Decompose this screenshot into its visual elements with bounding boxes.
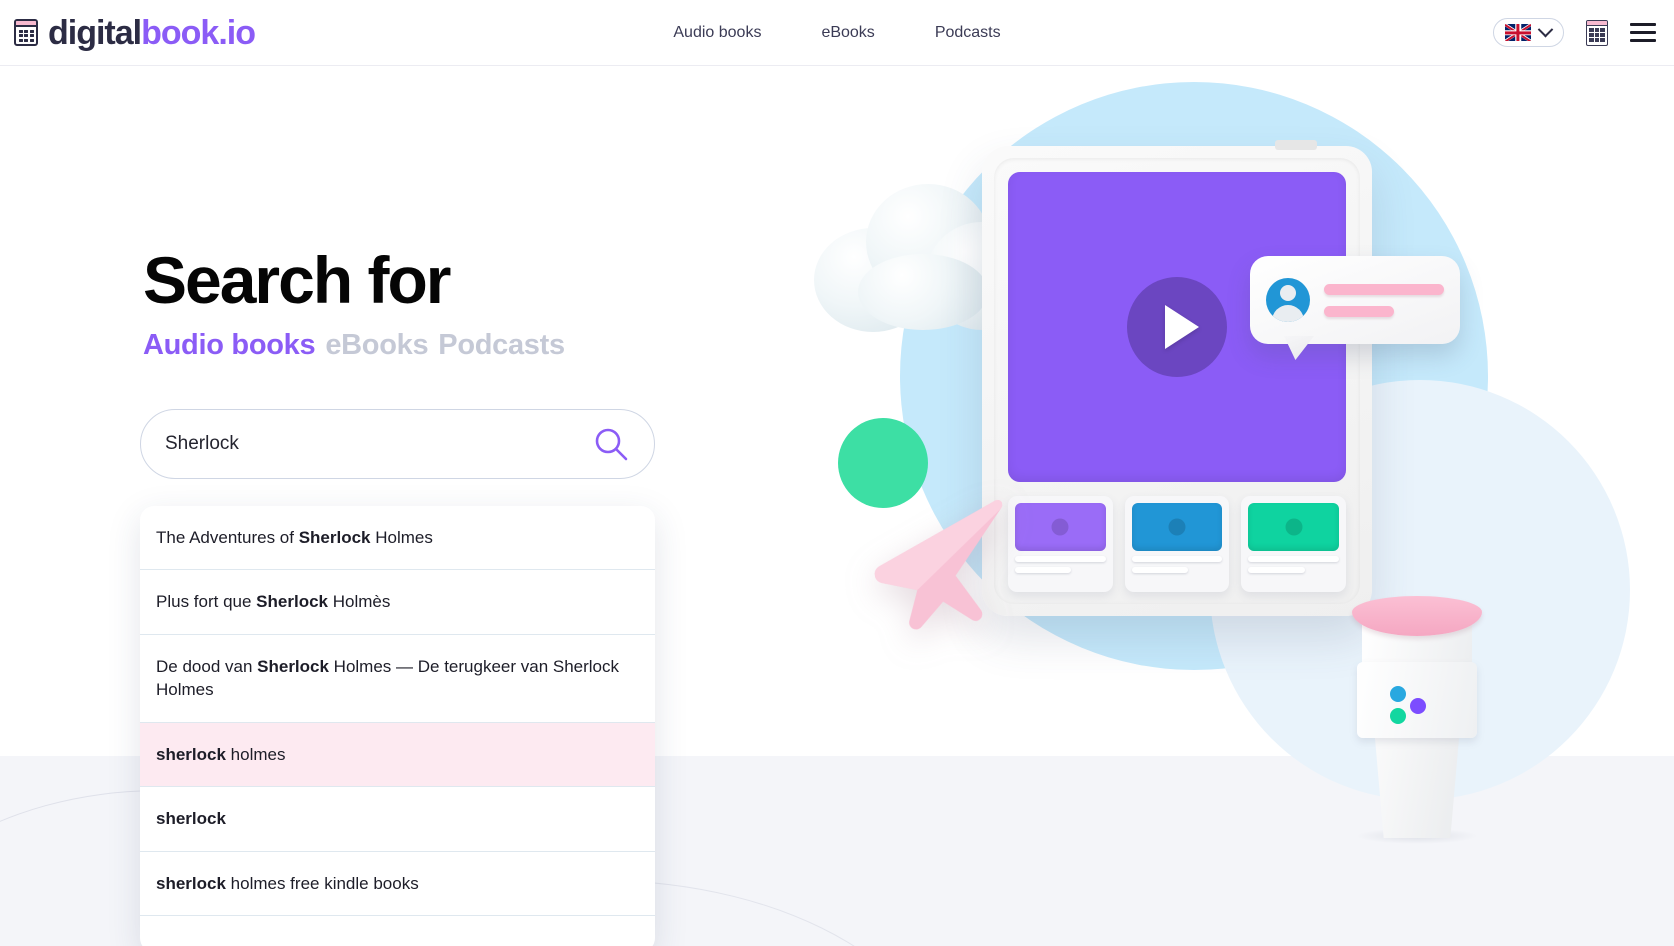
page-title: Search for [143,243,451,317]
cursor-arrow-icon [850,489,1027,640]
bubble-line [1324,305,1394,317]
media-card-line [1015,567,1072,573]
media-card-line [1248,567,1305,573]
tablet-card-row [1008,496,1347,592]
media-card[interactable] [1124,496,1230,592]
media-card[interactable] [1008,496,1113,592]
play-icon[interactable] [1127,277,1227,377]
book-calendar-icon [14,19,38,46]
logo-text-accent: book.io [141,13,256,52]
media-card-thumbnail [1131,503,1223,551]
tablet-device [982,140,1372,616]
search-icon[interactable] [592,425,630,463]
bubble-text-lines [1324,283,1444,317]
notification-bubble [1250,256,1460,344]
search-box[interactable] [140,409,655,479]
media-card-line [1248,556,1340,562]
suggestion-suffix: Holmes [370,528,433,547]
suggestion-match: Sherlock [257,656,329,676]
coffee-cup-icon [1352,596,1482,846]
suggestion-item[interactable]: sherlock [140,787,655,852]
logo[interactable]: digitalbook.io [14,13,256,52]
suggestion-match: sherlock [156,744,226,764]
media-card-line [1131,567,1188,573]
language-selector[interactable] [1493,18,1564,47]
suggestion-item[interactable]: De dood van Sherlock Holmes — De terugke… [140,635,655,723]
search-input[interactable] [165,433,592,455]
suggestion-item-highlighted[interactable]: sherlock holmes [140,722,655,788]
site-header: digitalbook.io Audio books eBooks Podcas… [0,0,1674,66]
suggestion-match: Sherlock [298,528,371,547]
suggestion-match: sherlock [156,809,226,829]
chevron-down-icon [1537,21,1554,38]
logo-text-dark: digital [48,13,142,52]
suggestion-suffix: holmes free kindle books [225,873,419,893]
media-card-line [1015,556,1106,562]
suggestion-suffix: holmes [225,744,286,764]
suggestion-prefix: Plus fort que [156,592,257,612]
nav-item-audio-books[interactable]: Audio books [673,24,761,42]
hero-category-podcasts[interactable]: Podcasts [438,329,565,361]
media-card-line [1131,556,1223,562]
page-root: digitalbook.io Audio books eBooks Podcas… [0,0,1674,946]
media-card-thumbnail [1015,503,1106,551]
media-card-thumbnail [1248,503,1340,551]
cup-logo-dots [1388,686,1434,726]
hero-illustration [814,60,1674,890]
tablet-notch [1275,140,1317,150]
suggestion-suffix: Holmès [327,592,391,612]
hero-category-ebooks[interactable]: eBooks [325,329,428,361]
main-navigation: Audio books eBooks Podcasts [673,24,1000,42]
hero-category-audio-books[interactable]: Audio books [143,329,316,361]
suggestion-prefix: The Adventures of [156,528,299,547]
suggestion-match: Sherlock [256,592,328,612]
logo-text: digitalbook.io [48,13,256,52]
uk-flag-icon [1505,24,1531,41]
suggestion-item[interactable]: sherlock holmes free kindle books [140,852,655,917]
nav-item-podcasts[interactable]: Podcasts [935,24,1001,42]
nav-item-ebooks[interactable]: eBooks [821,24,874,42]
suggestion-item[interactable]: The Adventures of Sherlock Holmes [140,506,655,571]
header-actions [1493,18,1656,47]
suggestion-item[interactable]: Plus fort que Sherlock Holmès [140,570,655,635]
bubble-line [1324,283,1444,295]
book-icon[interactable] [1586,19,1608,46]
green-circle-decoration [838,418,928,508]
hero-text-block: Search for Audio books eBooks Podcasts [143,243,703,362]
search-suggestions-dropdown: The Adventures of Sherlock Holmes Plus f… [140,506,655,946]
dropdown-footer-spacer [140,916,655,946]
hamburger-menu-icon[interactable] [1630,23,1656,42]
user-avatar-icon [1266,278,1310,322]
suggestion-prefix: De dood van [156,656,258,676]
media-card[interactable] [1241,496,1347,592]
hero-category-list: Audio books eBooks Podcasts [143,329,703,362]
suggestion-match: sherlock [156,873,226,893]
